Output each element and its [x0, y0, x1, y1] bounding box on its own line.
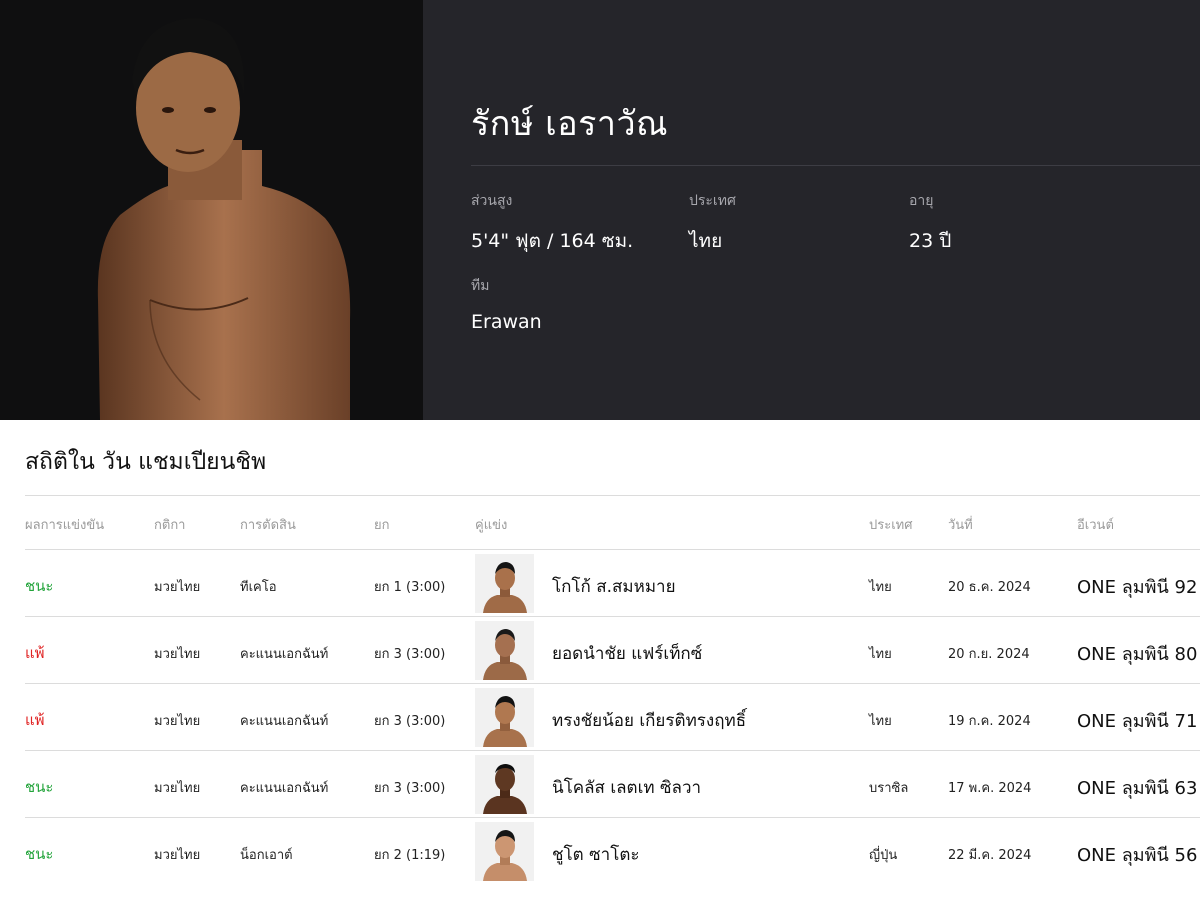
rules-cell: มวยไทย [154, 647, 201, 662]
height-value: 5'4" ฟุต / 164 ซม. [471, 230, 634, 252]
country-stat: ประเทศ ไทย [689, 190, 736, 256]
age-stat: อายุ 23 ปี [909, 190, 951, 256]
age-value: 23 ปี [909, 230, 952, 252]
country-label: ประเทศ [689, 193, 736, 209]
opponent-name[interactable]: ชูโต ซาโตะ [552, 841, 640, 868]
table-row: แพ้ มวยไทย คะแนนเอกฉันท์ ยก 3 (3:00) ทรง… [25, 683, 1200, 750]
country-cell: ไทย [869, 580, 892, 595]
result-cell: ชนะ [25, 845, 54, 863]
rules-cell: มวยไทย [154, 848, 201, 863]
opponent-avatar[interactable] [475, 688, 534, 747]
fighter-photo [0, 0, 423, 420]
round-cell: ยก 1 (3:00) [374, 580, 446, 595]
column-header-result: ผลการแข่งขัน [25, 518, 105, 533]
result-cell: ชนะ [25, 577, 54, 595]
country-cell: ไทย [869, 647, 892, 662]
table-row: ชนะ มวยไทย ทีเคโอ ยก 1 (3:00) โกโก้ ส.สม… [25, 549, 1200, 616]
method-cell: คะแนนเอกฉันท์ [240, 647, 329, 662]
rules-cell: มวยไทย [154, 781, 201, 796]
result-cell: แพ้ [25, 711, 45, 729]
event-link[interactable]: ONE ลุมพินี 63 [1077, 773, 1197, 802]
country-value: ไทย [689, 230, 723, 252]
opponent-avatar[interactable] [475, 755, 534, 814]
opponent-name[interactable]: ยอดนำชัย แฟร์เท็กซ์ [552, 640, 702, 667]
team-label: ทีม [471, 278, 490, 294]
round-cell: ยก 3 (3:00) [374, 781, 446, 796]
country-cell: ญี่ปุ่น [869, 848, 898, 863]
round-cell: ยก 2 (1:19) [374, 848, 446, 863]
round-cell: ยก 3 (3:00) [374, 714, 446, 729]
column-header-date: วันที่ [948, 518, 973, 533]
divider [471, 165, 1200, 166]
team-stat: ทีม Erawan [471, 275, 542, 333]
method-cell: คะแนนเอกฉันท์ [240, 714, 329, 729]
method-cell: น็อกเอาต์ [240, 848, 293, 863]
stats-title: สถิติใน วัน แชมเปียนชิพ [25, 449, 267, 475]
country-cell: บราซิล [869, 781, 909, 796]
result-cell: แพ้ [25, 644, 45, 662]
fighter-name: รักษ์ เอราวัณ [471, 104, 669, 144]
opponent-avatar[interactable] [475, 822, 534, 881]
date-cell: 20 ก.ย. 2024 [948, 647, 1030, 662]
height-label: ส่วนสูง [471, 193, 513, 209]
opponent-avatar[interactable] [475, 621, 534, 680]
opponent-name[interactable]: ทรงชัยน้อย เกียรติทรงฤทธิ์ [552, 707, 746, 734]
method-cell: คะแนนเอกฉันท์ [240, 781, 329, 796]
country-cell: ไทย [869, 714, 892, 729]
method-cell: ทีเคโอ [240, 580, 277, 595]
opponent-avatar[interactable] [475, 554, 534, 613]
opponent-name[interactable]: โกโก้ ส.สมหมาย [552, 573, 676, 600]
rules-cell: มวยไทย [154, 580, 201, 595]
table-row: แพ้ มวยไทย คะแนนเอกฉันท์ ยก 3 (3:00) ยอด… [25, 616, 1200, 683]
height-stat: ส่วนสูง 5'4" ฟุต / 164 ซม. [471, 190, 633, 256]
team-value: Erawan [471, 311, 542, 333]
fighter-info: รักษ์ เอราวัณ ส่วนสูง 5'4" ฟุต / 164 ซม.… [423, 0, 1200, 420]
date-cell: 22 มี.ค. 2024 [948, 848, 1032, 863]
column-header-round: ยก [374, 518, 390, 533]
column-header-method: การตัดสิน [240, 518, 296, 533]
opponent-name[interactable]: นิโคลัส เลตเท ซิลวา [552, 774, 701, 801]
column-header-event: อีเวนต์ [1077, 518, 1114, 533]
column-header-opponent: คู่แข่ง [475, 518, 508, 533]
table-row: ชนะ มวยไทย คะแนนเอกฉันท์ ยก 3 (3:00) นิโ… [25, 750, 1200, 817]
date-cell: 19 ก.ค. 2024 [948, 714, 1031, 729]
rules-cell: มวยไทย [154, 714, 201, 729]
age-label: อายุ [909, 193, 934, 209]
round-cell: ยก 3 (3:00) [374, 647, 446, 662]
table-row: ชนะ มวยไทย น็อกเอาต์ ยก 2 (1:19) ชูโต ซา… [25, 817, 1200, 884]
column-header-rules: กติกา [154, 518, 186, 533]
date-cell: 20 ธ.ค. 2024 [948, 580, 1031, 595]
fighter-hero: รักษ์ เอราวัณ ส่วนสูง 5'4" ฟุต / 164 ซม.… [0, 0, 1200, 420]
event-link[interactable]: ONE ลุมพินี 71 [1077, 706, 1197, 735]
result-cell: ชนะ [25, 778, 54, 796]
event-link[interactable]: ONE ลุมพินี 56 [1077, 840, 1197, 869]
date-cell: 17 พ.ค. 2024 [948, 781, 1032, 796]
event-link[interactable]: ONE ลุมพินี 80 [1077, 639, 1197, 668]
divider [25, 495, 1200, 496]
event-link[interactable]: ONE ลุมพินี 92 [1077, 572, 1197, 601]
column-header-country: ประเทศ [869, 518, 913, 533]
